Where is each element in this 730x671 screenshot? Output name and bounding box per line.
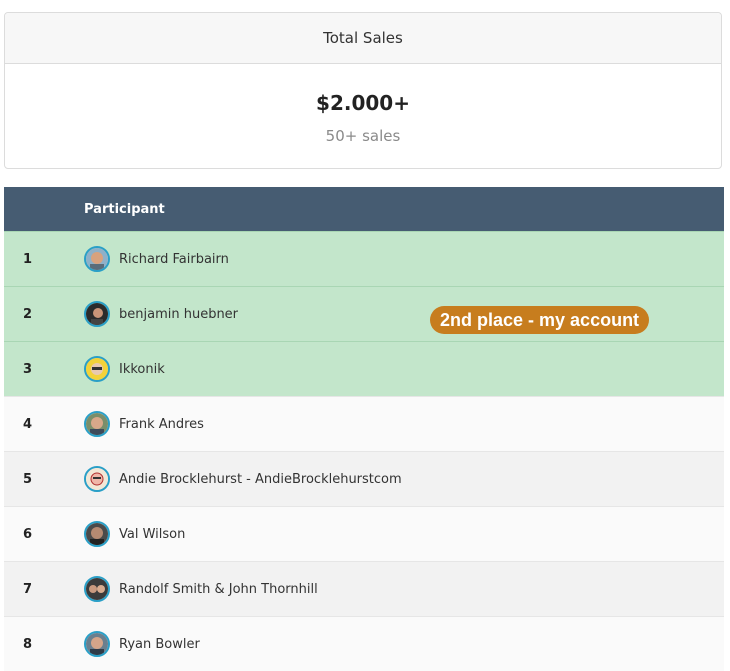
participant-name[interactable]: Ryan Bowler [119,637,200,652]
avatar-icon[interactable] [84,576,110,602]
rank-number: 7 [23,581,33,597]
table-row: 5 Andie Brocklehurst - AndieBrocklehurst… [4,451,724,506]
participant-name[interactable]: Ikkonik [119,362,165,377]
card-title: Total Sales [5,13,721,64]
annotation-badge: 2nd place - my account [430,306,650,334]
avatar-icon[interactable] [84,411,110,437]
rank-number: 8 [23,636,33,652]
table-row: 1 Richard Fairbairn [4,231,724,286]
table-row: 4 Frank Andres [4,396,724,451]
participant-name[interactable]: Frank Andres [119,417,204,432]
participant-name[interactable]: benjamin huebner [119,307,238,322]
participant-name[interactable]: Richard Fairbairn [119,252,229,267]
table-row: 7 Randolf Smith & John Thornhill [4,561,724,616]
sales-count: 50+ sales [325,127,401,145]
rank-number: 6 [23,526,33,542]
total-sales-card: Total Sales $2.000+ 50+ sales [4,12,722,169]
participant-name[interactable]: Val Wilson [119,527,185,542]
avatar-icon[interactable] [84,631,110,657]
participant-name[interactable]: Randolf Smith & John Thornhill [119,582,318,597]
table-row: 3 Ikkonik [4,341,724,396]
table-row: 6 Val Wilson [4,506,724,561]
participant-name[interactable]: Andie Brocklehurst - AndieBrocklehurstco… [119,472,402,487]
total-sales-amount: $2.000+ [316,91,410,115]
avatar-icon[interactable] [84,246,110,272]
rank-number: 3 [23,361,33,377]
column-header-participant: Participant [84,201,165,217]
avatar-icon[interactable] [84,301,110,327]
avatar-icon[interactable] [84,466,110,492]
table-header: Participant [4,187,724,231]
avatar-icon[interactable] [84,521,110,547]
rank-number: 4 [23,416,33,432]
rank-number: 2 [23,306,33,322]
rank-number: 1 [23,251,33,267]
rank-number: 5 [23,471,33,487]
table-row: 2 benjamin huebner 2nd place - my accoun… [4,286,724,341]
avatar-icon[interactable] [84,356,110,382]
leaderboard-table: Participant 1 Richard Fairbairn 2 benjam… [4,187,724,671]
